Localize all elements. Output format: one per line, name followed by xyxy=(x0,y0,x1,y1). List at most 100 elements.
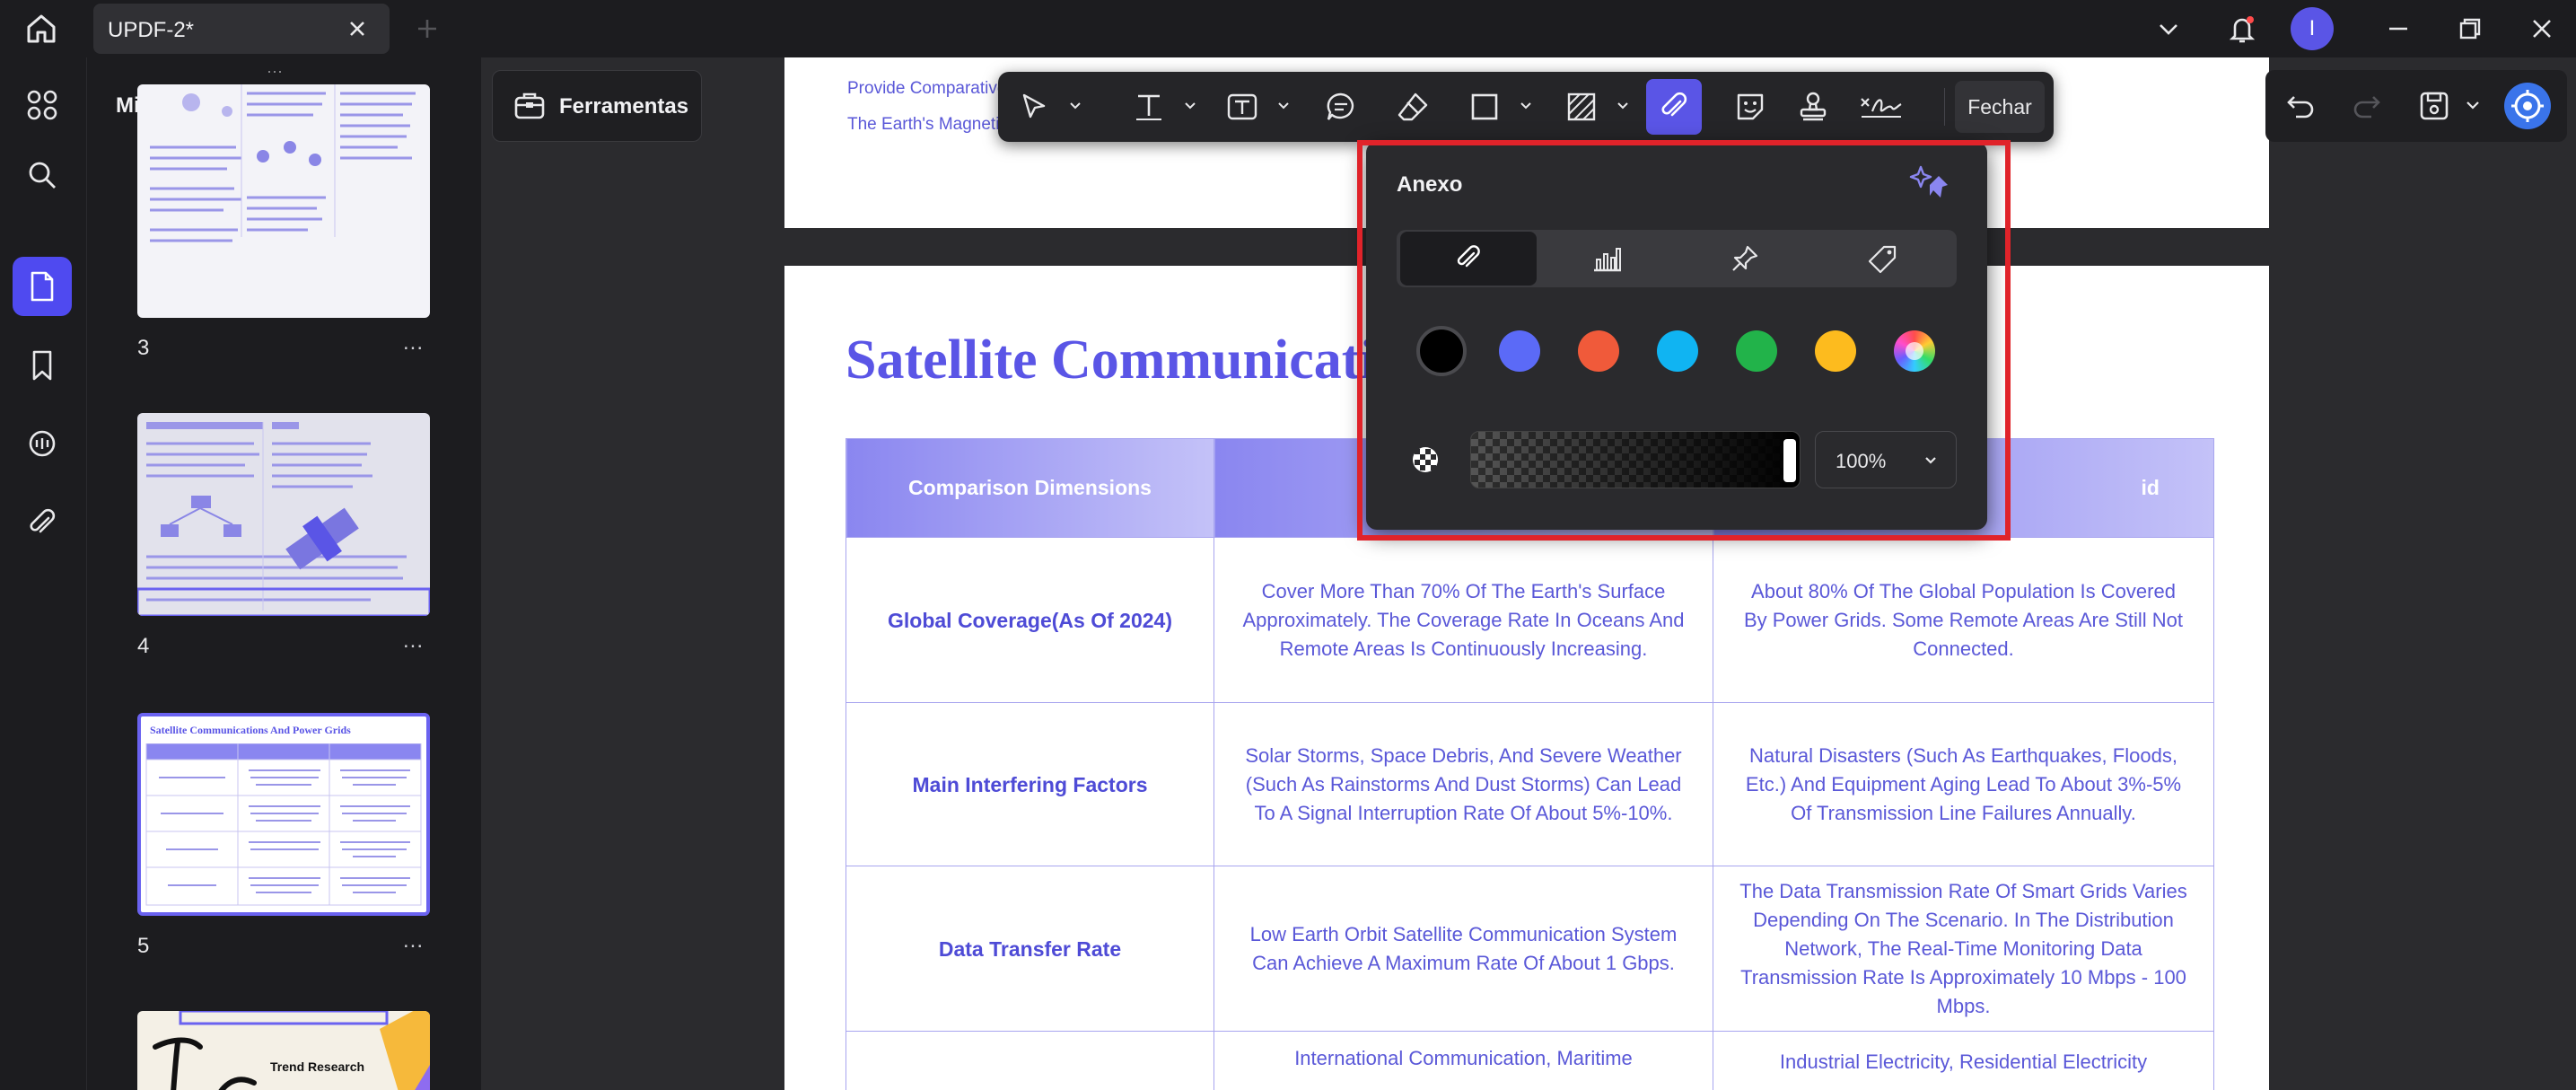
page-number-4: 4 xyxy=(137,634,150,658)
page-heading: Satellite Communicati xyxy=(846,330,1376,391)
tools-button[interactable]: Ferramentas xyxy=(492,70,702,142)
table-cell: Solar Storms, Space Debris, And Severe W… xyxy=(1214,702,1713,866)
search-icon[interactable] xyxy=(13,145,72,205)
toolbox-icon xyxy=(513,89,547,123)
table-header-cell: Comparison Dimensions xyxy=(846,438,1214,538)
chevron-down-icon[interactable] xyxy=(1612,95,1634,117)
area-hatch-icon[interactable] xyxy=(1560,86,1603,127)
chevron-down-icon[interactable] xyxy=(1065,95,1086,117)
tools-button-label: Ferramentas xyxy=(559,94,689,119)
color-swatch-blue[interactable] xyxy=(1499,330,1540,372)
minimize-icon[interactable] xyxy=(2375,5,2422,52)
popup-title: Anexo xyxy=(1397,172,1463,197)
close-annotation-button[interactable]: Fechar xyxy=(1955,81,2045,133)
restore-icon[interactable] xyxy=(2447,5,2493,52)
table-row: Main Interfering Factors Solar Storms, S… xyxy=(846,702,2214,866)
ai-assistant-icon[interactable] xyxy=(2504,83,2551,129)
table-cell: The Data Transmission Rate Of Smart Grid… xyxy=(1713,866,2214,1032)
page-5-more-menu[interactable]: ... xyxy=(403,928,424,954)
page-number-3: 3 xyxy=(137,336,150,360)
sticker-icon[interactable] xyxy=(1729,86,1772,127)
left-rail xyxy=(0,57,86,1090)
attachment-icon[interactable] xyxy=(13,494,72,553)
chevron-down-icon[interactable] xyxy=(2463,95,2483,115)
comparison-table: Comparison Dimensions Sa id Global Cover… xyxy=(846,438,2214,1090)
save-icon[interactable] xyxy=(2416,88,2452,124)
avatar[interactable]: I xyxy=(2291,7,2334,50)
page-thumbnail-3[interactable] xyxy=(137,84,430,318)
attachment-icon-tabs xyxy=(1397,230,1957,287)
chevron-down-icon[interactable] xyxy=(2145,5,2192,52)
redo-icon[interactable] xyxy=(2348,88,2384,124)
close-tab-icon[interactable] xyxy=(343,14,372,43)
color-swatch-black[interactable] xyxy=(1416,326,1467,376)
rectangle-shape-icon[interactable] xyxy=(1463,86,1506,127)
page-thumbnail-6[interactable]: Trend Research xyxy=(137,1011,430,1090)
comment-icon[interactable] xyxy=(13,415,72,474)
table-cell-dimension: Global Coverage(As Of 2024) xyxy=(846,537,1214,703)
home-icon[interactable] xyxy=(18,5,65,52)
opacity-dropdown[interactable]: 100% xyxy=(1815,431,1957,488)
color-picker-rainbow[interactable] xyxy=(1894,330,1935,372)
title-bar: UPDF-2* I xyxy=(0,0,2576,57)
table-cell: International Communication, Maritime xyxy=(1214,1031,1713,1090)
opacity-value: 100% xyxy=(1836,450,1887,472)
text-box-icon[interactable] xyxy=(1221,86,1264,127)
table-row: Global Coverage(As Of 2024) Cover More T… xyxy=(846,537,2214,703)
paperclip-icon[interactable] xyxy=(1400,232,1537,286)
select-cursor-icon[interactable] xyxy=(1012,86,1056,127)
opacity-checker-icon xyxy=(1411,445,1440,474)
page-number-5: 5 xyxy=(137,934,150,958)
page-6-preview xyxy=(153,1011,430,1090)
document-tab-title: UPDF-2* xyxy=(108,18,195,42)
color-swatch-cyan[interactable] xyxy=(1657,330,1698,372)
document-tab[interactable]: UPDF-2* xyxy=(93,4,390,54)
bookmark-icon[interactable] xyxy=(13,336,72,395)
text-icon[interactable] xyxy=(1127,86,1170,127)
chevron-down-icon[interactable] xyxy=(1515,95,1537,117)
color-swatch-orange[interactable] xyxy=(1578,330,1619,372)
signature-icon[interactable] xyxy=(1854,86,1908,127)
undo-icon[interactable] xyxy=(2283,88,2319,124)
chart-icon[interactable] xyxy=(1538,232,1675,286)
toolbar-divider xyxy=(1944,88,1945,126)
page-thumbnail-5[interactable]: Satellite Communications And Power Grids xyxy=(137,713,430,916)
comment-bubble-icon[interactable] xyxy=(1319,86,1362,127)
opacity-slider-handle[interactable] xyxy=(1783,439,1796,482)
apps-grid-icon[interactable] xyxy=(13,75,72,135)
tag-icon[interactable] xyxy=(1815,232,1951,286)
thumbnails-page-icon[interactable] xyxy=(13,257,72,316)
page-4-more-menu[interactable]: ... xyxy=(403,629,424,654)
page-thumbnail-4[interactable] xyxy=(137,413,430,616)
table-row: Data Transfer Rate Low Earth Orbit Satel… xyxy=(846,866,2214,1032)
pushpin-icon[interactable] xyxy=(1677,232,1813,286)
chevron-down-icon[interactable] xyxy=(1179,95,1201,117)
opacity-slider[interactable] xyxy=(1470,431,1801,488)
right-toolbar xyxy=(2265,70,2567,142)
attachment-properties-popup: Anexo 100% xyxy=(1366,142,1987,530)
chevron-down-icon xyxy=(1922,452,1940,470)
new-tab-icon[interactable] xyxy=(404,5,451,52)
color-swatch-yellow[interactable] xyxy=(1815,330,1856,372)
attachment-icon[interactable] xyxy=(1646,79,1702,135)
table-row: International Communication, Maritime In… xyxy=(846,1031,2214,1090)
page-3-more-menu[interactable]: ... xyxy=(403,330,424,356)
page-4-preview xyxy=(137,422,430,616)
table-cell: Natural Disasters (Such As Earthquakes, … xyxy=(1713,702,2214,866)
panel-resize-handle[interactable]: ⋯ xyxy=(267,63,285,82)
close-window-icon[interactable] xyxy=(2519,5,2565,52)
table-cell-dimension: Data Transfer Rate xyxy=(846,866,1214,1032)
color-swatch-green[interactable] xyxy=(1736,330,1777,372)
ai-sparkle-pin-icon[interactable] xyxy=(1906,162,1953,205)
chevron-down-icon[interactable] xyxy=(1273,95,1294,117)
stamp-icon[interactable] xyxy=(1792,86,1835,127)
table-cell-dimension xyxy=(846,1031,1214,1090)
notification-bell-icon[interactable] xyxy=(2219,5,2265,52)
page-text-line: The Earth's Magneti xyxy=(847,115,1000,134)
table-cell: Low Earth Orbit Satellite Communication … xyxy=(1214,866,1713,1032)
page-text-line: Provide Comparative xyxy=(847,79,1007,98)
eraser-icon[interactable] xyxy=(1391,86,1434,127)
page-3-preview xyxy=(150,84,416,242)
table-cell: Industrial Electricity, Residential Elec… xyxy=(1713,1031,2214,1090)
table-cell: Cover More Than 70% Of The Earth's Surfa… xyxy=(1214,537,1713,703)
